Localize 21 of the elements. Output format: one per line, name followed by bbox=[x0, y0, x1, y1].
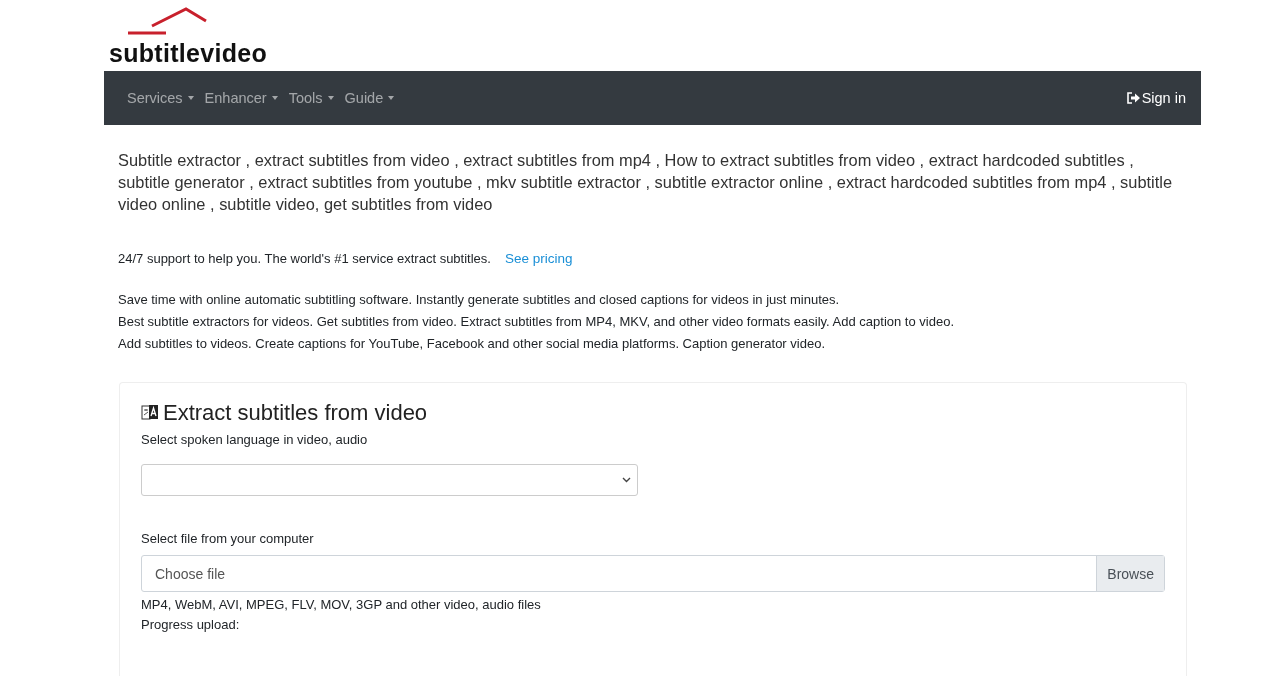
progress-label: Progress upload: bbox=[141, 616, 241, 634]
formats-text: MP4, WebM, AVI, MPEG, FLV, MOV, 3GP and other video, audio files bbox=[141, 596, 542, 614]
card-title: Extract subtitles from video bbox=[163, 400, 428, 426]
chevron-down-icon bbox=[622, 477, 631, 483]
description-line: Save time with online automatic subtitling software. Instantly generate subtitles and closed captions for videos in just minutes. bbox=[118, 291, 841, 309]
pricing-link[interactable]: See pricing bbox=[504, 251, 573, 266]
file-label: Select file from your computer bbox=[141, 531, 315, 546]
support-text: 24/7 support to help you. The world's #1 service extract subtitles. bbox=[118, 251, 491, 266]
description-line: Add subtitles to videos. Create captions for YouTube, Facebook and other social media platforms. Caption generator video. bbox=[118, 335, 826, 353]
nav-dropdown[interactable]: Tools bbox=[288, 90, 334, 106]
nav-dropdown[interactable]: Services bbox=[127, 90, 194, 106]
description-line: Best subtitle extractors for videos. Get subtitles from video. Extract subtitles from MP4, MKV, and other video formats easily. Add caption to video. bbox=[118, 313, 955, 331]
sign-in-icon bbox=[1126, 92, 1141, 104]
language-label: Select spoken language in video, audio bbox=[141, 432, 369, 447]
logo-text[interactable]: subtitlevideo bbox=[109, 40, 268, 66]
language-select[interactable] bbox=[141, 464, 638, 496]
translate-icon bbox=[141, 404, 159, 422]
sign-in-link[interactable]: Sign in bbox=[1126, 90, 1186, 106]
keywords-paragraph: Subtitle extractor , extract subtitles from video , extract subtitles from mp4 , How to extract subtitles from video , extract hardcoded subtitles , subtitle generator , extract subtitles from youtube , mkv subtitle extractor , subtitle extractor online , extract hardcoded subtitles from mp4 , subtitle video online , subtitle video, get subtitles from video bbox=[118, 150, 1174, 215]
nav-dropdown[interactable]: Enhancer bbox=[204, 90, 278, 106]
nav-dropdown[interactable]: Guide bbox=[344, 90, 395, 106]
